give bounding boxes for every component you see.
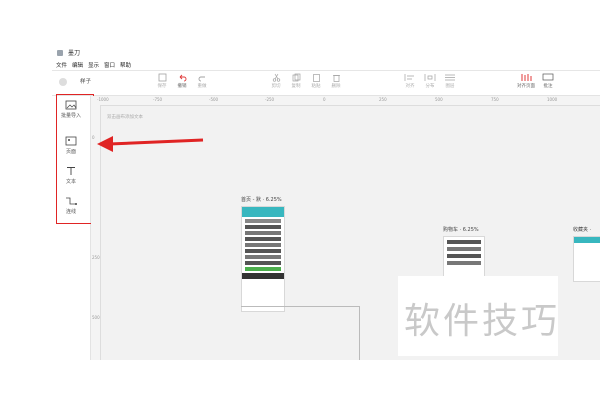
- ruler-tick: 0: [323, 97, 326, 102]
- board-row: [447, 261, 481, 265]
- layer-icon: [445, 74, 455, 81]
- board-title-cart[interactable]: 购物车 · 6.25%: [443, 226, 479, 233]
- align-page-icon: [521, 74, 532, 81]
- sidebar-highlight-box: [56, 94, 94, 224]
- layer-button[interactable]: 图层: [438, 73, 462, 93]
- board-title-home[interactable]: 首页 - 默 · 6.25%: [241, 196, 282, 203]
- redo-icon: [198, 76, 205, 82]
- menu-bar: 文件 编辑 显示 窗口 帮助: [52, 60, 600, 71]
- ruler-tick: 1000: [547, 97, 558, 102]
- board-header: [574, 237, 600, 243]
- menu-view[interactable]: 显示: [88, 61, 99, 69]
- ruler-tick: 500: [435, 97, 443, 102]
- copy-icon: [292, 73, 300, 82]
- title-bar: 墨刀: [52, 46, 600, 60]
- redo-button[interactable]: 重做: [190, 73, 214, 93]
- toolbar: 样子 保存 撤销 重做 剪切 复制 粘贴 删除 对齐 分布 图层 对齐页面 批注: [52, 71, 600, 96]
- ruler-tick: -500: [209, 97, 219, 102]
- distribute-icon: [424, 74, 436, 81]
- ruler-tick: 500: [92, 315, 100, 320]
- board-row: [245, 243, 281, 247]
- delete-button[interactable]: 删除: [324, 73, 348, 93]
- board-row: [245, 237, 281, 241]
- canvas-hint: 双击画布添加文本: [107, 115, 143, 120]
- watermark-text: 软件技巧: [404, 301, 561, 342]
- board-row: [245, 267, 281, 271]
- save-icon: [158, 73, 166, 82]
- board-row: [447, 247, 481, 251]
- undo-icon: [179, 74, 186, 82]
- board-row: [447, 240, 481, 244]
- scissors-icon: [272, 73, 280, 82]
- ruler-tick: -750: [153, 97, 163, 102]
- artboard-home[interactable]: [241, 206, 285, 312]
- ruler-tick: -1000: [97, 97, 109, 102]
- annotation-arrow: [97, 136, 204, 152]
- board-header: [242, 207, 284, 217]
- menu-window[interactable]: 窗口: [104, 61, 115, 69]
- align-icon: [404, 74, 414, 81]
- menu-file[interactable]: 文件: [56, 61, 67, 69]
- ruler-tick: 250: [92, 255, 100, 260]
- window-title: 墨刀: [68, 50, 81, 57]
- comment-icon: [542, 73, 554, 81]
- app-logo-icon: [57, 50, 63, 56]
- board-row: [245, 219, 281, 223]
- connector-frame: [241, 306, 360, 360]
- artboard-favorites[interactable]: [573, 236, 600, 282]
- trash-icon: [332, 75, 340, 82]
- board-row: [245, 225, 281, 229]
- home-icon[interactable]: [58, 77, 68, 87]
- ruler-tick: -250: [265, 97, 275, 102]
- ruler-tick: 750: [491, 97, 499, 102]
- page-name[interactable]: 样子: [80, 77, 91, 85]
- ruler-tick: 250: [379, 97, 387, 102]
- menu-edit[interactable]: 编辑: [72, 61, 83, 69]
- align-page-button[interactable]: 对齐页面: [514, 73, 538, 93]
- menu-help[interactable]: 帮助: [120, 61, 131, 69]
- board-row: [245, 231, 281, 235]
- board-row: [447, 254, 481, 258]
- comment-button[interactable]: 批注: [536, 73, 560, 93]
- paste-icon: [312, 74, 320, 82]
- board-row: [245, 261, 281, 265]
- ruler-top: -1000 -750 -500 -250 0 250 500 750 1000: [91, 96, 600, 106]
- board-row: [245, 255, 281, 259]
- board-footer: [242, 273, 284, 279]
- board-title-favorites[interactable]: 收藏夹 ·: [573, 226, 591, 233]
- board-row: [245, 249, 281, 253]
